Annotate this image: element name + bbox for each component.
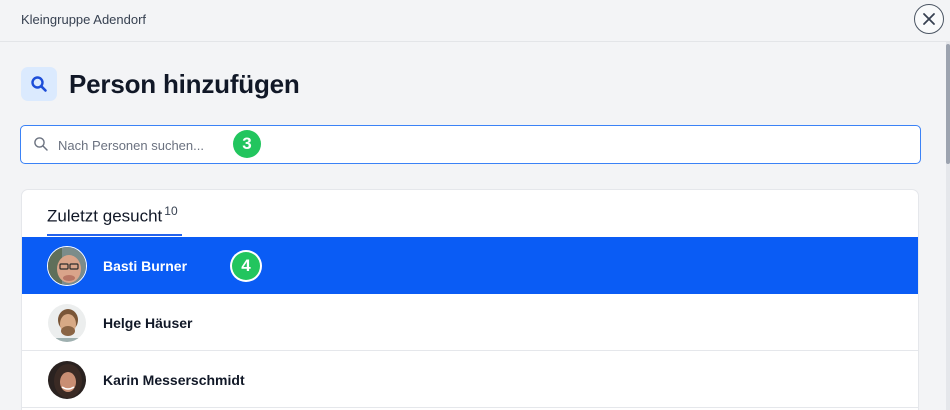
search-icon — [31, 76, 47, 92]
step-marker-4: 4 — [232, 252, 260, 280]
search-icon — [33, 136, 49, 157]
tab-count-badge: 10 — [164, 204, 178, 218]
group-name: Kleingruppe Adendorf — [21, 12, 147, 27]
title-search-icon — [21, 67, 57, 101]
person-row-karin-messerschmidt[interactable]: Karin Messerschmidt — [22, 351, 918, 408]
page-title: Person hinzufügen — [69, 69, 300, 99]
scrollbar-thumb[interactable] — [946, 44, 950, 164]
avatar — [47, 246, 87, 286]
avatar — [47, 303, 87, 343]
tab-label: Zuletzt gesucht — [47, 206, 163, 226]
person-name: Helge Häuser — [103, 315, 193, 331]
person-name: Basti Burner — [103, 258, 188, 274]
search-field[interactable] — [20, 125, 921, 164]
avatar — [47, 360, 87, 400]
close-icon — [923, 13, 935, 25]
step-marker-3: 3 — [233, 130, 261, 158]
search-input[interactable] — [58, 134, 558, 156]
top-bar: Kleingruppe Adendorf — [0, 0, 950, 42]
person-row-basti-burner[interactable]: Basti Burner 4 — [22, 237, 918, 294]
person-name: Karin Messerschmidt — [103, 372, 245, 388]
scrollbar[interactable] — [946, 42, 950, 410]
person-row-helge-haeuser[interactable]: Helge Häuser — [22, 294, 918, 351]
person-list: Basti Burner 4 Helge Häuser Karin Messer… — [22, 237, 918, 408]
recent-searches-card: Zuletzt gesucht 10 Basti Burner 4 Helge … — [21, 189, 919, 410]
close-button[interactable] — [914, 4, 944, 34]
tab-recent[interactable]: Zuletzt gesucht 10 — [47, 204, 182, 236]
